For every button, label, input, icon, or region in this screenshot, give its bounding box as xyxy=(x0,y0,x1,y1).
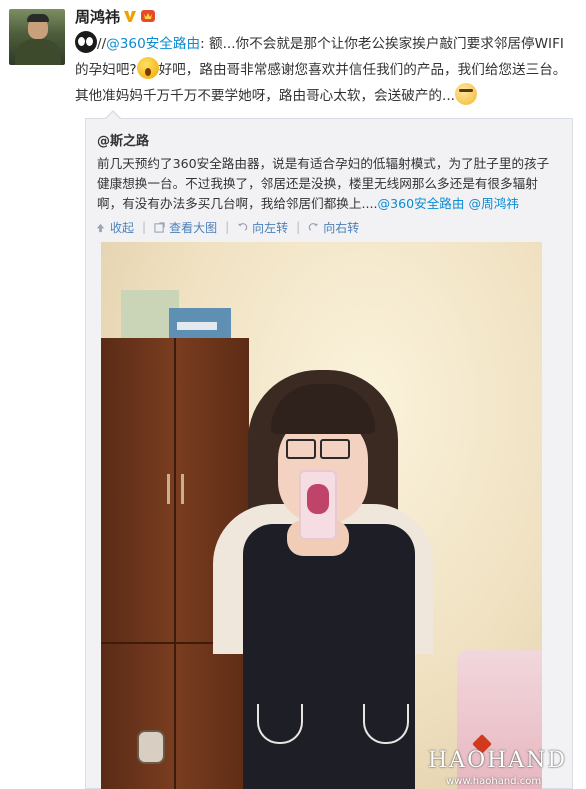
rotate-right-icon xyxy=(308,222,319,231)
quote-arrow-inner xyxy=(105,112,121,120)
photo-dress xyxy=(243,524,415,789)
image-actions-bar: 收起 | 查看大图 | 向左转 | 向右转 xyxy=(95,218,359,236)
eyes-icon xyxy=(75,31,97,53)
surprised-icon xyxy=(136,57,159,79)
photo-glasses xyxy=(320,439,350,459)
member-icon[interactable] xyxy=(140,8,156,24)
view-large-label: 查看大图 xyxy=(169,220,218,235)
photo-wardrobe-handle xyxy=(181,474,184,504)
photo-box-label-shape xyxy=(177,322,217,330)
photo-phone-case-art xyxy=(307,484,329,514)
watermark-url: www.haohand.com xyxy=(446,776,542,787)
repost-prefix: // xyxy=(97,36,107,52)
photo-pocket xyxy=(363,704,409,744)
divider: | xyxy=(225,220,230,234)
verified-v-icon[interactable] xyxy=(122,8,138,24)
view-large-button[interactable]: 查看大图 xyxy=(154,219,217,236)
quoted-text: 前几天预约了360安全路由器，说是有适合孕妇的低辐射模式，为了肚子里的孩子健康想… xyxy=(97,154,561,214)
photo-pocket xyxy=(257,704,303,744)
rotate-right-label: 向右转 xyxy=(323,220,360,235)
divider: | xyxy=(142,220,147,234)
photo-glasses xyxy=(286,439,316,459)
mention-zhouhongyi-link[interactable]: @周鸿祎 xyxy=(469,196,519,211)
collapse-button[interactable]: 收起 xyxy=(95,219,134,236)
watermark-brand: HAOHAND xyxy=(428,748,568,773)
avatar-hair-shape xyxy=(27,14,49,22)
avatar-body-shape xyxy=(15,39,61,65)
author-name[interactable]: 周鸿祎 xyxy=(75,6,120,27)
mention-360-router-link-quote[interactable]: @360安全路由 xyxy=(377,196,464,211)
quoted-author-link[interactable]: @斯之路 xyxy=(97,130,149,149)
author-avatar[interactable] xyxy=(9,9,65,65)
view-large-icon xyxy=(154,221,165,233)
photo-wardrobe-line xyxy=(174,338,176,789)
post-text: //@360安全路由: 额...你不会就是那个让你老公挨家挨户敲门要求邻居停WI… xyxy=(75,31,575,109)
quoted-photo[interactable] xyxy=(101,242,542,789)
rotate-left-button[interactable]: 向左转 xyxy=(237,219,288,236)
collapse-label: 收起 xyxy=(110,220,135,235)
photo-wardrobe-handle xyxy=(167,474,170,504)
rotate-left-label: 向左转 xyxy=(252,220,289,235)
rotate-right-button[interactable]: 向右转 xyxy=(308,219,359,236)
photo-shoes xyxy=(137,730,165,764)
sweat-icon xyxy=(455,83,477,105)
collapse-icon xyxy=(96,223,105,232)
rotate-left-icon xyxy=(238,222,248,231)
divider: | xyxy=(296,220,301,234)
mention-360-router-link[interactable]: @360安全路由 xyxy=(106,36,200,52)
